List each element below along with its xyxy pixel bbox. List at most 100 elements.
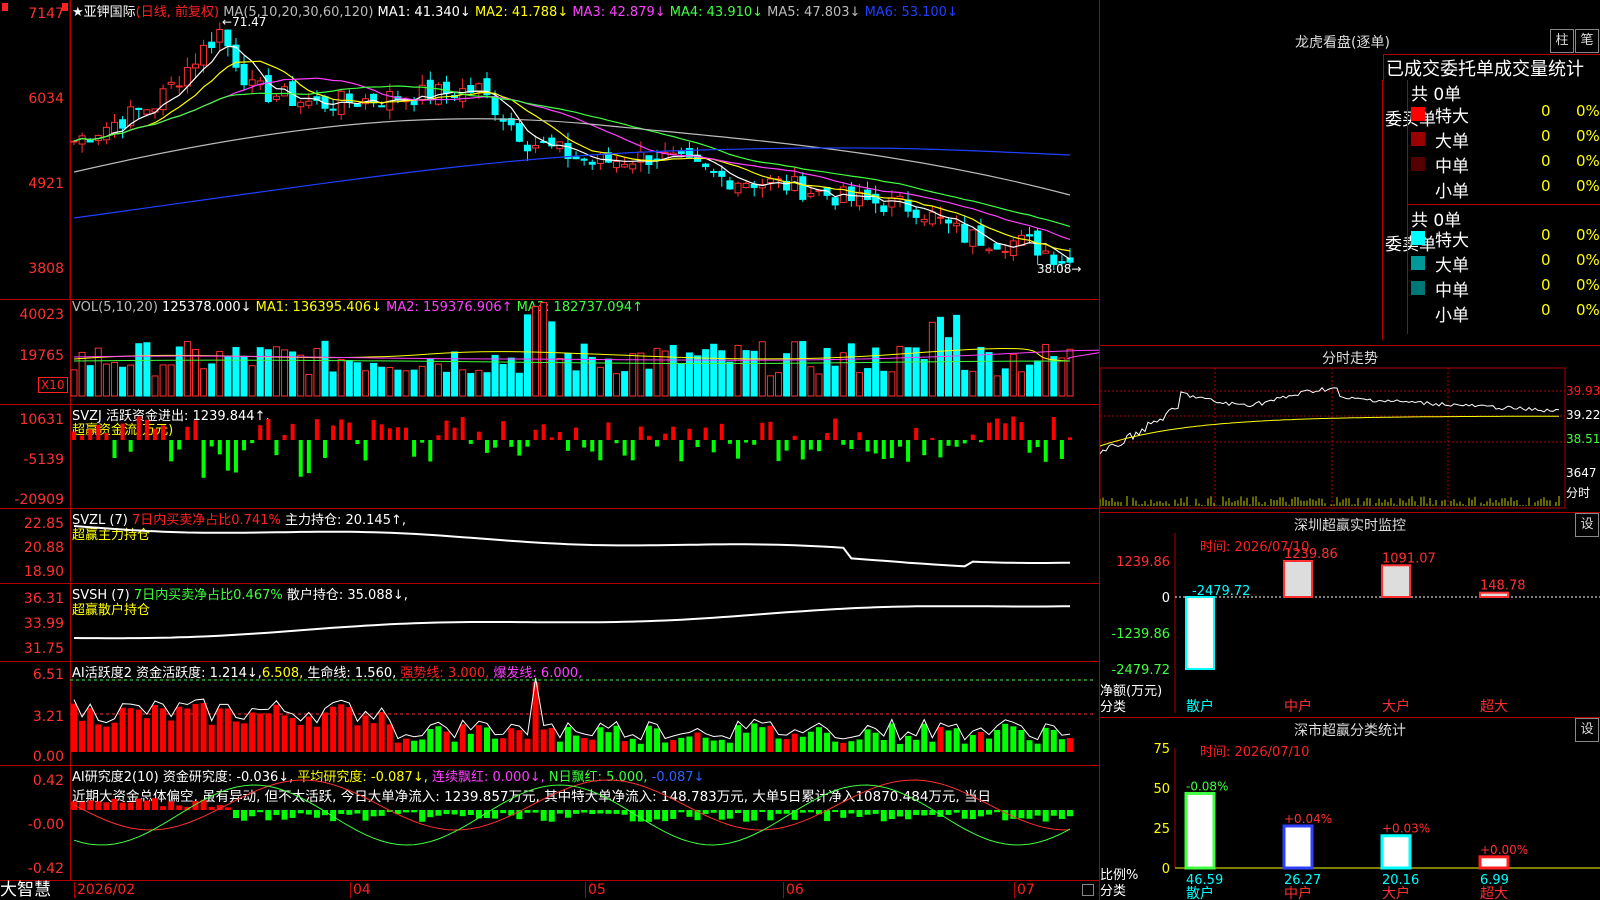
- volume-bar: [702, 349, 710, 397]
- activity-bar: [160, 708, 167, 752]
- volume-bar: [1017, 371, 1025, 397]
- main-chart-area[interactable]: 7147 6034 4921 3808 ★亚钾国际(日线, 前复权) MA(5,…: [0, 0, 1100, 900]
- color-swatch: [1411, 281, 1425, 295]
- activity-bar: [297, 724, 304, 752]
- classify-bar: [1380, 834, 1412, 870]
- activity-bar: [872, 732, 879, 752]
- research-bar: [621, 810, 628, 815]
- activity-bar: [937, 726, 944, 752]
- activity-bar: [265, 713, 272, 752]
- activity-bar: [597, 727, 604, 752]
- flow-bar: [290, 423, 295, 440]
- activity-bar: [1018, 729, 1025, 752]
- volume-bar: [426, 358, 434, 397]
- volume-bar: [855, 372, 863, 397]
- volume-bar: [1058, 357, 1066, 397]
- dragon-tiger-panel[interactable]: 龙虎看盘(逐单) 柱 笔 已成交委托单成交量统计 委买单 委卖单 共 0单 特大…: [1100, 0, 1600, 346]
- volume-bar: [993, 375, 1001, 397]
- order-row: 大单 0 0%: [1411, 127, 1600, 152]
- research-bar: [87, 800, 94, 810]
- column-view-button[interactable]: 柱: [1550, 29, 1574, 53]
- svzl-panel[interactable]: 22.85 20.88 18.90 SVZL (7) 7日内买卖净占比0.741…: [0, 508, 1099, 584]
- volume-bar: [1050, 356, 1058, 397]
- flow-bar: [1043, 440, 1048, 462]
- research-bar: [880, 810, 887, 822]
- activity-bar: [832, 741, 839, 752]
- volume-bar: [507, 357, 515, 397]
- activity-bar: [694, 732, 701, 752]
- ai-activity-panel[interactable]: 6.51 3.21 0.00 AI活跃度2 资金活跃度: 1.214↓,6.50…: [0, 661, 1099, 766]
- activity-bar: [848, 741, 855, 752]
- ai-research-panel[interactable]: 0.42 -0.00 -0.42 AI研究度2(10) 资金研究度: -0.03…: [0, 765, 1099, 881]
- realtime-monitor-panel[interactable]: 深圳超赢实时监控 设 时间: 2026/07/10 1239.86 0 -1239.…: [1100, 513, 1600, 718]
- candle-body: [613, 160, 621, 169]
- flow-bar: [784, 440, 789, 451]
- activity-bar: [986, 738, 993, 752]
- order-pct: 0%: [1576, 177, 1600, 195]
- candle-body: [191, 63, 199, 69]
- research-bar: [678, 810, 685, 813]
- volume-bar: [1026, 364, 1034, 397]
- activity-bar: [224, 708, 231, 752]
- classify-tick: 0: [1162, 862, 1170, 877]
- order-row: 中单 0 0%: [1411, 276, 1600, 301]
- intraday-panel[interactable]: 分时走势 39.93 39.22 38.51 3647 分时: [1100, 346, 1600, 513]
- high-price-label: ←71.47: [222, 15, 267, 29]
- lock-icon[interactable]: [1082, 884, 1094, 896]
- volume-bar: [920, 359, 928, 397]
- candle-body: [240, 64, 248, 86]
- research-bar: [556, 810, 563, 814]
- research-bar: [767, 810, 774, 821]
- activity-bar: [564, 726, 571, 752]
- activity-bar: [1002, 723, 1009, 752]
- volume-bar: [297, 354, 305, 397]
- activity-bar: [492, 738, 499, 752]
- intraday-chart[interactable]: [1100, 346, 1600, 512]
- activity-bar: [670, 740, 677, 752]
- volume-bar: [402, 370, 410, 397]
- research-bar: [403, 810, 409, 813]
- volume-panel[interactable]: 40023 19765 X10 VOL(5,10,20) 125378.000↓…: [0, 299, 1099, 405]
- volume-bar: [864, 368, 872, 397]
- monitor-bar-label: 1091.07: [1382, 551, 1436, 566]
- tick-view-button[interactable]: 笔: [1575, 29, 1599, 53]
- price-panel[interactable]: 7147 6034 4921 3808 ★亚钾国际(日线, 前复权) MA(5,…: [0, 0, 1099, 300]
- classify-panel[interactable]: 深市超赢分类统计 设 时间: 2026/07/10 75 50 25 0 -0.08% 4…: [1100, 718, 1600, 900]
- flow-bar: [574, 427, 579, 440]
- candle-body: [110, 121, 118, 134]
- research-bar: [735, 810, 741, 814]
- activity-bar: [103, 726, 110, 752]
- activity-bar: [168, 720, 175, 752]
- candle-body: [102, 126, 110, 141]
- monitor-bar: [1185, 596, 1215, 670]
- volume-bar: [1001, 368, 1009, 397]
- activity-bar: [726, 742, 733, 752]
- candle-body: [216, 28, 224, 43]
- research-bar: [597, 810, 604, 814]
- flow-bar: [185, 426, 190, 440]
- activity-bar: [589, 739, 596, 752]
- monitor-xlabel: 分类: [1100, 700, 1127, 715]
- volume-bar: [523, 314, 531, 397]
- classify-tick: 75: [1153, 742, 1170, 757]
- activity-bar: [475, 725, 482, 752]
- classify-bar: [1478, 855, 1510, 870]
- volume-bar: [289, 351, 297, 397]
- svzj-panel[interactable]: 10631 -5139 -20909 SVZJ 活跃资金进出: 1239.844…: [0, 404, 1099, 509]
- candle-body: [200, 44, 208, 66]
- volume-bar: [604, 358, 612, 397]
- activity-bar: [322, 712, 329, 752]
- activity-bar: [605, 732, 612, 752]
- svsh-panel[interactable]: 36.31 33.99 31.75 SVSH (7) 7日内买卖净占比0.467…: [0, 583, 1099, 662]
- research-bar: [362, 810, 369, 821]
- candlestick-chart[interactable]: [0, 0, 1099, 299]
- volume-bar: [661, 350, 669, 397]
- activity-bar: [95, 724, 102, 752]
- activity-bar: [961, 743, 968, 752]
- research-bar: [524, 810, 531, 813]
- volume-bar: [216, 350, 224, 397]
- activity-bar: [127, 708, 134, 752]
- activity-bar: [419, 739, 426, 752]
- activity-bar: [241, 723, 248, 752]
- volume-bar: [224, 355, 232, 397]
